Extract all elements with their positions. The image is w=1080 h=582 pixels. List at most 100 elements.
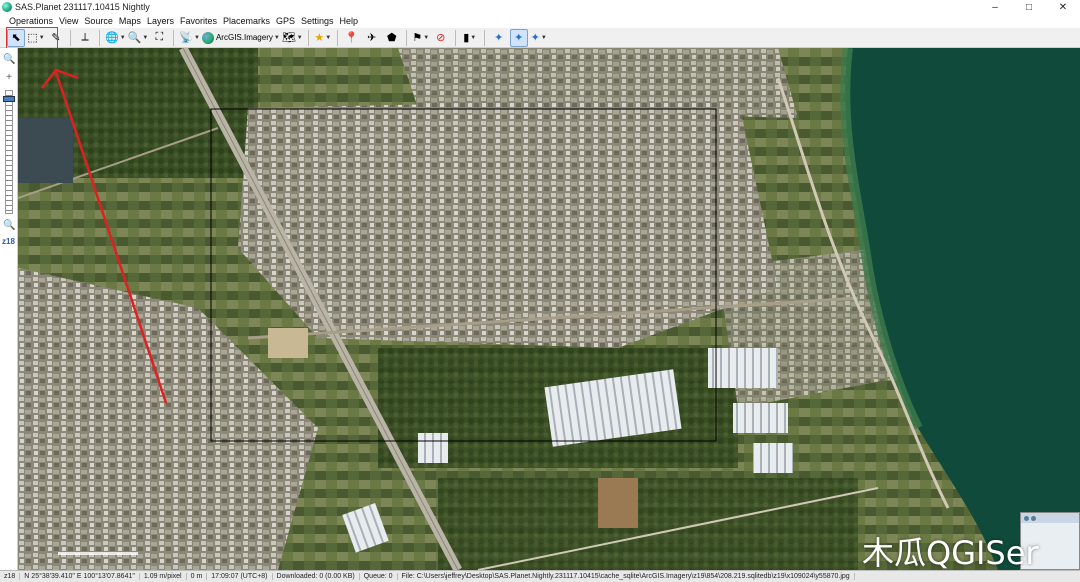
chevron-down-icon: ▼ [423,34,430,41]
minimap-header [1021,513,1079,523]
magnifier-icon: 🔍 [127,32,142,44]
minimap-button-icon[interactable] [1031,515,1036,521]
measure-icon: ⟂ [81,31,89,43]
toolbar-separator [173,29,175,46]
menu-view[interactable]: View [56,16,81,26]
marks-hide-button[interactable]: ⊘ [432,29,450,47]
map-view[interactable] [18,48,1080,570]
chevron-down-icon: ▼ [325,34,332,41]
globe-icon: 🌐 [105,32,119,44]
chevron-down-icon: ▼ [470,34,477,41]
gps-connect-icon: ✦ [494,32,504,44]
map-source-label: ArcGIS.Imagery [215,33,273,42]
toolbar-separator [70,29,71,46]
favorites-star-button[interactable]: ★ ▼ [314,29,332,47]
zoom-in-icon[interactable]: 🔍 [3,54,15,66]
chevron-down-icon: ▼ [273,34,280,41]
gps-track-button[interactable]: ✦ [509,28,528,47]
pointer-icon: ⬉ [11,32,21,44]
route-icon: ✈ [367,32,377,44]
status-zoom: z18 [0,573,21,580]
menu-operations[interactable]: Operations [6,16,56,26]
placemark-pin-icon: 📍 [344,32,359,44]
toolbar-separator [307,29,309,46]
window-controls: – □ ✕ [978,0,1080,14]
watermark: 木瓜QGISer [862,534,1039,572]
marks-hide-icon: ⊘ [436,32,446,44]
globe-button[interactable]: 🌐 ▼ [105,29,126,47]
zoom-slider-thumb[interactable] [3,96,15,102]
chevron-down-icon: ▼ [540,34,547,41]
chevron-down-icon: ▼ [142,34,149,41]
menu-source[interactable]: Source [81,16,116,26]
chevron-down-icon: ▼ [194,34,200,41]
measure-button[interactable]: ⟂ [76,29,94,47]
main-toolbar: ⬉ ⬚ ▼ ✎ ⟂ 🌐 ▼ 🔍 ▼ ⛶ 📡 ▼ ArcGIS.Imagery ▼ 🗺 ▼ ★ ▼ 📍 ✈ ⬟ ⚑ ▼ ⊘… [0,28,1080,48]
menu-placemarks[interactable]: Placemarks [220,16,273,26]
polygon-icon: ⬟ [386,32,397,44]
toolbar-separator [336,29,338,46]
gps-device-icon: ▮ [463,32,470,44]
magnifier-button[interactable]: 🔍 ▼ [128,29,149,47]
zoom-out-icon[interactable]: 🔍 [3,220,15,232]
maximize-button[interactable]: □ [1012,0,1046,14]
placemark-pin-button[interactable]: 📍 [343,29,361,47]
select-area-icon: ⬚ [27,32,38,44]
polygon-button[interactable]: ⬟ [383,29,401,47]
chevron-down-icon: ▼ [296,34,303,41]
status-bar: z18 N 25°38'39.410" E 100°13'07.8641" 1.… [0,570,1080,582]
ruler-pencil-button[interactable]: ✎ [47,29,65,47]
status-scale: 1.09 m/pixel [140,573,187,580]
menu-favorites[interactable]: Favorites [177,16,220,26]
chevron-down-icon: ▼ [119,34,126,41]
fullscreen-button[interactable]: ⛶ [150,29,168,47]
status-coordinates: N 25°38'39.410" E 100°13'07.8641" [20,573,140,580]
toolbar-separator [99,29,100,46]
menu-gps[interactable]: GPS [273,16,298,26]
pointer-button[interactable]: ⬉ [7,28,25,47]
earth-icon [201,31,214,44]
map-source-button[interactable]: ArcGIS.Imagery ▼ [201,29,280,47]
title-bar: SAS.Planet 231117.10415 Nightly – □ ✕ [0,0,1080,14]
menu-maps[interactable]: Maps [116,16,144,26]
zoom-panel: 🔍 + 🔍 z18 [0,48,18,570]
minimap-button-icon[interactable] [1024,515,1029,521]
ruler-pencil-icon: ✎ [51,32,61,44]
gps-device-button[interactable]: ▮ ▼ [461,29,479,47]
zoom-slider[interactable] [5,90,13,214]
marks-visible-icon: ⚑ [412,32,423,44]
status-queue: Queue: 0 [360,573,398,580]
menu-settings[interactable]: Settings [298,16,337,26]
gps-center-icon: ✦ [530,32,540,44]
status-distance: 0 m [187,573,208,580]
satellite-imagery [18,48,1080,570]
route-button[interactable]: ✈ [363,29,381,47]
gps-connect-button[interactable]: ✦ [490,29,508,47]
app-globe-icon [2,2,12,12]
toolbar-separator [483,29,485,46]
favorites-star-icon: ★ [314,32,325,44]
layers-icon: 🗺 [281,32,296,44]
layers-button[interactable]: 🗺 ▼ [282,29,303,47]
menu-help[interactable]: Help [337,16,362,26]
satellite-dish-button[interactable]: 📡 ▼ [179,29,200,47]
window-title: SAS.Planet 231117.10415 Nightly [15,2,150,12]
status-download: Downloaded: 0 (0.00 KB) [273,573,360,580]
toolbar-separator [405,29,407,46]
minimize-button[interactable]: – [978,0,1012,14]
gps-center-button[interactable]: ✦ ▼ [530,29,548,47]
menu-layers[interactable]: Layers [144,16,177,26]
chevron-down-icon: ▼ [38,34,45,41]
menu-bar: Operations View Source Maps Layers Favor… [0,14,1080,28]
close-button[interactable]: ✕ [1046,0,1080,14]
fullscreen-icon: ⛶ [155,31,164,43]
toolbar-separator [454,29,456,46]
status-time: 17:09:07 (UTC+8) [207,573,273,580]
status-file: File: C:\Users\jeffrey\Desktop\SAS.Plane… [398,573,855,580]
zoom-level-label: z18 [2,237,15,246]
select-area-button[interactable]: ⬚ ▼ [27,29,45,47]
marks-visible-button[interactable]: ⚑ ▼ [412,29,430,47]
zoom-plus-icon[interactable]: + [3,72,15,84]
satellite-dish-icon: 📡 [179,32,194,44]
gps-track-icon: ✦ [514,32,524,44]
